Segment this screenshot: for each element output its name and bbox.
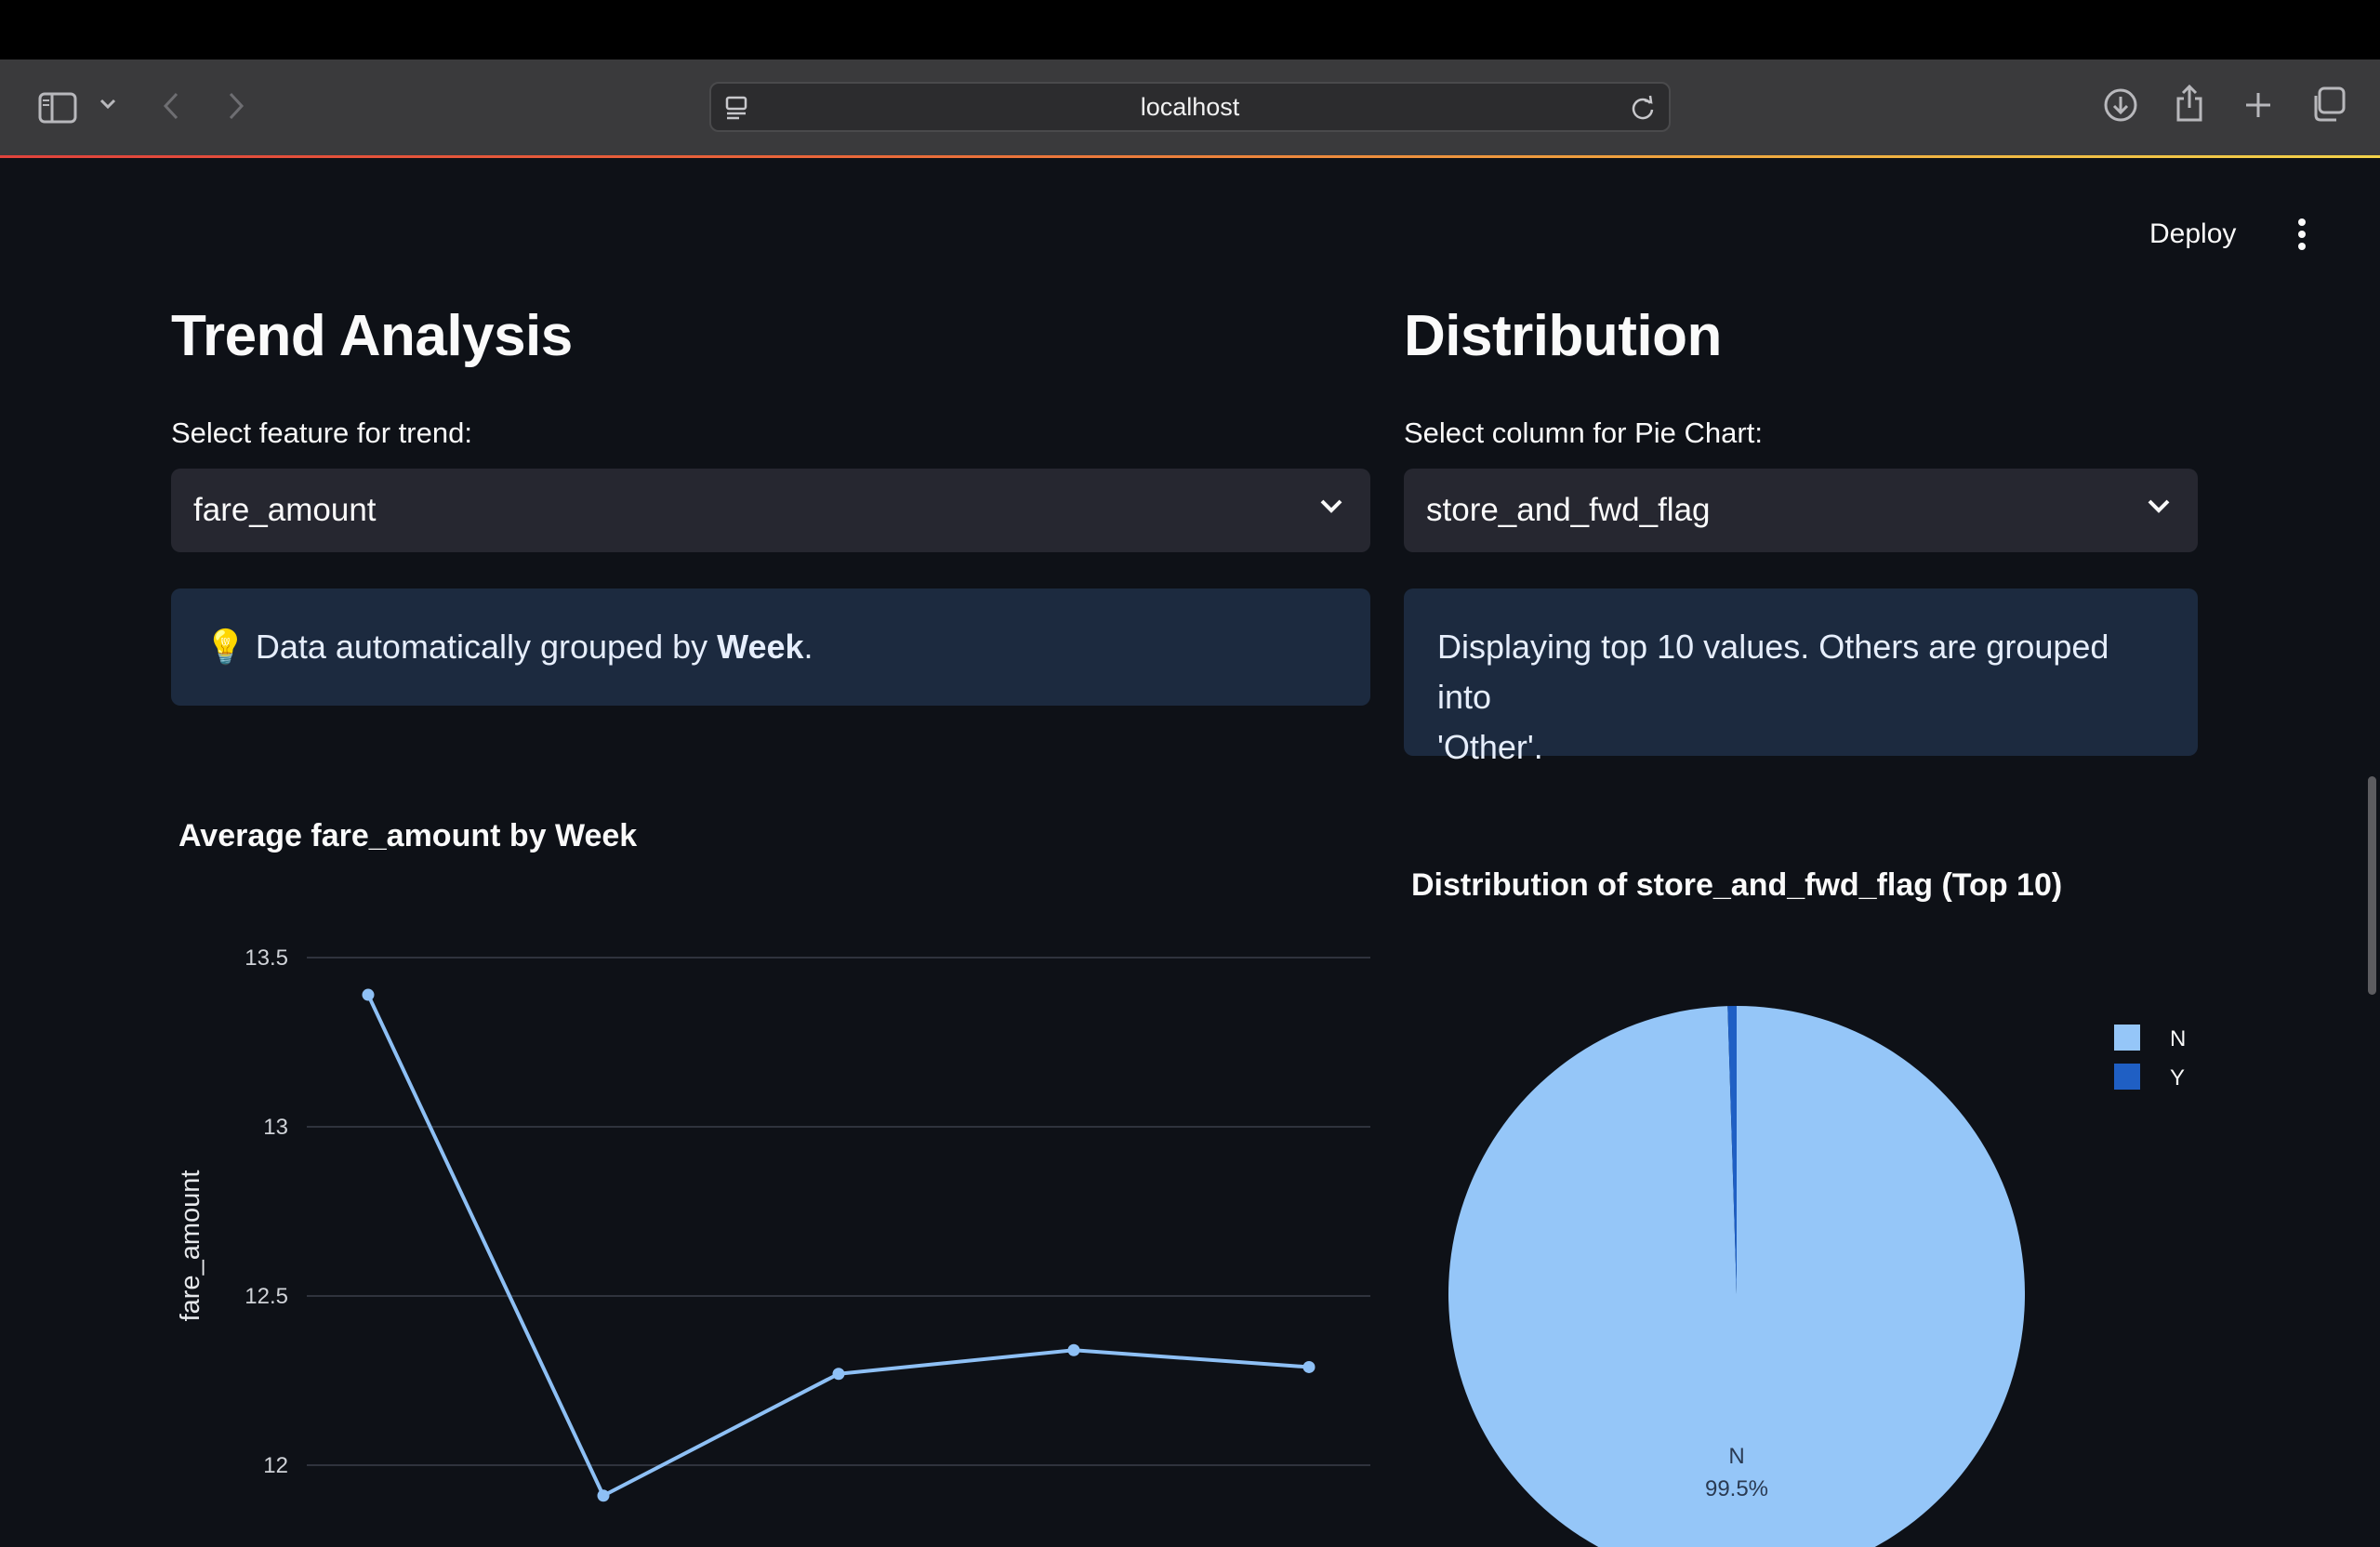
pie-column-select[interactable]: store_and_fwd_flag [1404, 469, 2198, 552]
info-bold: Week [717, 628, 804, 666]
deploy-button[interactable]: Deploy [2135, 212, 2251, 257]
line-chart-title: Average fare_amount by Week [178, 818, 638, 853]
tab-overview-icon[interactable] [2307, 84, 2348, 125]
page-menu-icon[interactable] [724, 95, 748, 126]
lightbulb-icon: 💡 [205, 628, 246, 666]
main-menu-icon[interactable] [2283, 214, 2320, 255]
y-tick-label: 12.5 [245, 1284, 288, 1309]
y-tick-label: 13 [263, 1115, 288, 1140]
pie-chart: N99.5%NY [1448, 1006, 2186, 1547]
y-axis-label: fare_amount [176, 1170, 205, 1322]
pie-select-label: Select column for Pie Chart: [1404, 416, 1763, 449]
data-point [832, 1368, 845, 1381]
new-tab-icon[interactable] [2239, 86, 2278, 125]
series-line [366, 994, 1310, 1498]
data-point [1302, 1360, 1316, 1373]
download-icon[interactable] [2101, 86, 2140, 125]
y-tick-label: 12 [263, 1453, 288, 1478]
info-line-2: 'Other'. [1437, 728, 1543, 766]
info-text: Data automatically grouped by [255, 628, 718, 666]
y-tick-label: 13.5 [245, 945, 288, 971]
legend-swatch [2114, 1025, 2140, 1051]
legend-label: Y [2170, 1065, 2185, 1091]
legend-swatch [2114, 1064, 2140, 1090]
top-values-info-box: Displaying top 10 values. Others are gro… [1404, 588, 2198, 766]
trend-analysis-heading: Trend Analysis [171, 304, 573, 368]
chevron-down-icon [2146, 496, 2172, 520]
chevron-down-icon [1318, 496, 1344, 520]
data-point [597, 1489, 610, 1502]
line-chart: 13.5 13 12.5 12 fare_amount [176, 945, 1370, 1502]
trend-feature-select[interactable]: fare_amount [171, 469, 1370, 552]
scrollbar[interactable] [2368, 776, 2376, 995]
slice-percent: 99.5% [1705, 1476, 1768, 1501]
chevron-down-icon[interactable] [97, 93, 119, 115]
info-line-1: Displaying top 10 values. Others are gro… [1437, 628, 2109, 716]
info-text-end: . [803, 628, 813, 666]
address-bar[interactable]: localhost [709, 82, 1671, 132]
trend-select-value: fare_amount [193, 492, 377, 528]
data-point [1067, 1343, 1080, 1356]
sidebar-toggle-icon[interactable] [35, 86, 80, 130]
pie-select-value: store_and_fwd_flag [1426, 492, 1711, 528]
data-point [362, 988, 375, 1001]
url-text: localhost [1140, 92, 1240, 121]
back-icon[interactable] [156, 87, 186, 125]
distribution-heading: Distribution [1404, 304, 1722, 368]
slice-label: N [1728, 1444, 1744, 1469]
top-black-strip [0, 0, 2380, 60]
forward-icon[interactable] [221, 87, 251, 125]
share-icon[interactable] [2170, 82, 2209, 125]
reload-icon[interactable] [1630, 95, 1656, 126]
trend-select-label: Select feature for trend: [171, 416, 472, 449]
grouping-info-box: 💡 Data automatically grouped by Week. [171, 588, 1370, 706]
legend-label: N [2170, 1026, 2186, 1051]
pie-chart-title: Distribution of store_and_fwd_flag (Top … [1411, 867, 2063, 903]
